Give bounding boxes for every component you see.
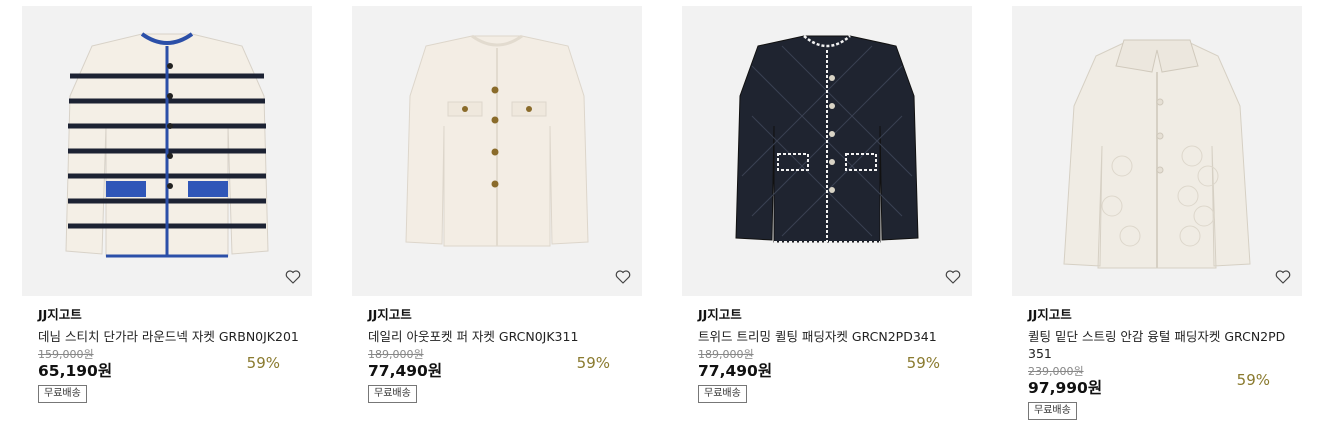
- product-info: JJ지고트 퀼팅 밑단 스트링 안감 융털 패딩자켓 GRCN2PD351 23…: [1012, 307, 1302, 445]
- white-padded-jacket-image: [1063, 39, 1251, 269]
- brand-name[interactable]: JJ지고트: [368, 307, 626, 323]
- free-shipping-badge: 무료배송: [1028, 402, 1077, 420]
- discount-rate: 59%: [1236, 371, 1270, 389]
- product-image[interactable]: [1012, 6, 1302, 296]
- free-shipping-badge: 무료배송: [368, 385, 417, 403]
- product-image[interactable]: [352, 6, 642, 296]
- product-title[interactable]: 퀼팅 밑단 스트링 안감 융털 패딩자켓 GRCN2PD351: [1028, 328, 1290, 362]
- cream-jacket-image: [405, 34, 589, 247]
- heart-outline-icon[interactable]: [1274, 268, 1292, 286]
- discount-rate: 59%: [246, 354, 280, 372]
- product-card[interactable]: JJ지고트 데일리 아웃포켓 퍼 자켓 GRCN0JK311 189,000원 …: [352, 6, 642, 445]
- heart-outline-icon[interactable]: [944, 268, 962, 286]
- free-shipping-badge: 무료배송: [38, 385, 87, 403]
- product-title[interactable]: 트위드 트리밍 퀼팅 패딩자켓 GRCN2PD341: [698, 328, 960, 345]
- product-title[interactable]: 데일리 아웃포켓 퍼 자켓 GRCN0JK311: [368, 328, 630, 345]
- brand-name[interactable]: JJ지고트: [38, 307, 296, 323]
- brand-name[interactable]: JJ지고트: [698, 307, 956, 323]
- discount-rate: 59%: [906, 354, 940, 372]
- product-info: JJ지고트 데님 스티치 단가라 라운드넥 자켓 GRBN0JK201 159,…: [22, 307, 312, 445]
- product-card[interactable]: JJ지고트 트위드 트리밍 퀼팅 패딩자켓 GRCN2PD341 189,000…: [682, 6, 972, 445]
- product-card[interactable]: JJ지고트 퀼팅 밑단 스트링 안감 융털 패딩자켓 GRCN2PD351 23…: [1012, 6, 1302, 445]
- product-info: JJ지고트 트위드 트리밍 퀼팅 패딩자켓 GRCN2PD341 189,000…: [682, 307, 972, 445]
- product-title[interactable]: 데님 스티치 단가라 라운드넥 자켓 GRBN0JK201: [38, 328, 300, 345]
- free-shipping-badge: 무료배송: [698, 385, 747, 403]
- heart-outline-icon[interactable]: [284, 268, 302, 286]
- navy-quilted-jacket-image: [735, 35, 919, 243]
- striped-jacket-image: [65, 32, 269, 258]
- product-image[interactable]: [22, 6, 312, 296]
- product-info: JJ지고트 데일리 아웃포켓 퍼 자켓 GRCN0JK311 189,000원 …: [352, 307, 642, 445]
- product-card[interactable]: JJ지고트 데님 스티치 단가라 라운드넥 자켓 GRBN0JK201 159,…: [22, 6, 312, 445]
- product-image[interactable]: [682, 6, 972, 296]
- discount-rate: 59%: [576, 354, 610, 372]
- product-grid: JJ지고트 데님 스티치 단가라 라운드넥 자켓 GRBN0JK201 159,…: [0, 0, 1323, 445]
- brand-name[interactable]: JJ지고트: [1028, 307, 1286, 323]
- heart-outline-icon[interactable]: [614, 268, 632, 286]
